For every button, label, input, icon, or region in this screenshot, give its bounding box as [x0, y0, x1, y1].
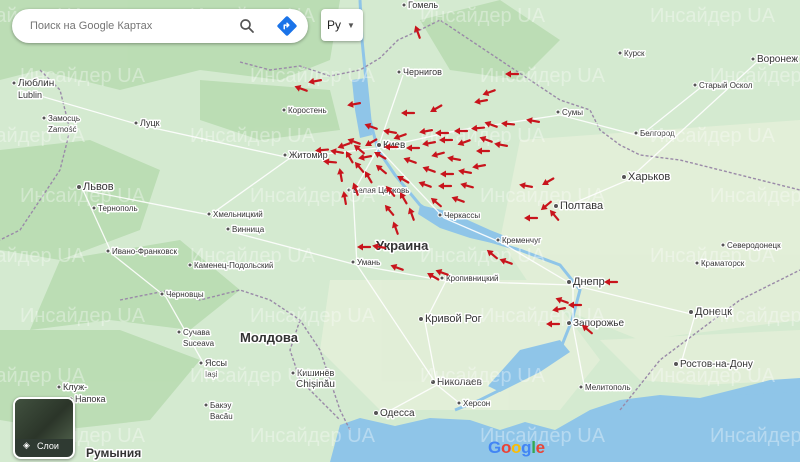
watermark-text: Инсайдер UA [190, 125, 316, 147]
watermark-text: Инсайдер UA [710, 305, 800, 327]
city-dot [159, 291, 165, 297]
city-label: Житомир [289, 150, 328, 160]
city-label: Напока [75, 394, 106, 404]
city-dot [281, 107, 287, 113]
city-dot [495, 237, 501, 243]
search-icon[interactable] [238, 17, 256, 35]
city-label: Ивано-Франковск [112, 247, 177, 256]
city-label: Кременчуг [502, 236, 541, 245]
city-label: Бакэу [210, 401, 231, 410]
city-label: Сучава [183, 328, 211, 337]
layers-label: Слои [37, 441, 59, 451]
city-dot [282, 152, 288, 158]
watermark-text: Инсайдер UA [0, 245, 86, 267]
watermark-text: Инсайдер UA [0, 125, 86, 147]
language-selected: Ру [327, 18, 342, 32]
city-label: Молдова [240, 330, 299, 345]
watermark-text: Инсайдер UA [190, 245, 316, 267]
city-label: Винница [232, 225, 265, 234]
city-label: Одесса [380, 408, 415, 419]
city-label: Днепр [573, 276, 605, 288]
city-dot [621, 174, 627, 180]
city-dot [401, 2, 407, 8]
watermark-text: Инсайдер UA [650, 125, 776, 147]
city-dot [555, 109, 561, 115]
watermark-text: Инсайдер UA [710, 425, 800, 447]
watermark-text: Инсайдер UA [20, 185, 146, 207]
city-label: Хмельницкий [213, 210, 263, 219]
watermark-text: Инсайдер UA [190, 365, 316, 387]
city-label: Кривой Рог [425, 313, 482, 325]
map-canvas[interactable]: ГомельЧерниговКурскВоронежСтарый ОсколЛю… [0, 0, 800, 462]
directions-icon[interactable] [276, 15, 298, 37]
google-logo: Google [488, 438, 545, 457]
city-dot [633, 130, 639, 136]
watermark-text: Инсайдер UA [420, 365, 546, 387]
city-label: Сумы [562, 108, 583, 117]
watermark-text: Инсайдер UA [20, 65, 146, 87]
city-dot [456, 400, 462, 406]
city-label: Коростень [288, 106, 327, 115]
city-label: Черкассы [444, 211, 480, 220]
city-label: Луцк [140, 118, 160, 128]
city-label: Харьков [628, 171, 670, 183]
city-label: Киев [383, 140, 405, 151]
city-dot [692, 82, 698, 88]
city-dot [133, 120, 139, 126]
city-dot [578, 384, 584, 390]
watermark-text: Инсайдер UA [420, 245, 546, 267]
watermark-text: Инсайдер UA [650, 5, 776, 27]
city-label: Румыния [86, 446, 141, 460]
city-dot [396, 69, 402, 75]
watermark-text: Инсайдер UA [250, 185, 376, 207]
city-dot [350, 259, 356, 265]
watermark-text: Инсайдер UA [480, 65, 606, 87]
city-label: Bacău [210, 412, 233, 421]
city-dot [566, 279, 572, 285]
language-select[interactable]: Ру ▼ [321, 9, 363, 41]
watermark-text: Инсайдер UA [480, 185, 606, 207]
layers-button[interactable]: ◈ Слои [13, 397, 75, 459]
city-dot [617, 50, 623, 56]
city-label: Умань [357, 258, 380, 267]
city-dot [373, 410, 379, 416]
city-dot [376, 142, 382, 148]
chevron-down-icon: ▼ [347, 20, 355, 30]
city-label: Кропивницкий [446, 274, 499, 283]
city-dot [688, 309, 694, 315]
city-label: Замосць [48, 114, 80, 123]
watermark-text: Инсайдер UA [650, 245, 776, 267]
city-dot [225, 226, 231, 232]
city-label: Чернигов [403, 67, 442, 77]
city-dot [437, 212, 443, 218]
city-dot [176, 329, 182, 335]
city-label: Херсон [463, 399, 490, 408]
city-dot [105, 248, 111, 254]
city-dot [750, 56, 756, 62]
watermark-text: Инсайдер UA [710, 65, 800, 87]
search-input[interactable] [28, 19, 232, 33]
city-dot [41, 115, 47, 121]
watermark-text: Инсайдер UA [650, 365, 776, 387]
city-dot [439, 275, 445, 281]
watermark-text: Инсайдер UA [420, 5, 546, 27]
search-box[interactable] [12, 9, 308, 43]
watermark-text: Инсайдер UA [250, 305, 376, 327]
city-dot [418, 316, 424, 322]
city-label: Черновцы [166, 290, 204, 299]
city-dot [206, 211, 212, 217]
city-label: Мелитополь [585, 383, 631, 392]
city-label: Lublin [18, 90, 42, 100]
city-dot [203, 402, 209, 408]
city-label: Воронеж [757, 54, 798, 65]
city-label: Курск [624, 49, 645, 58]
layers-thumbnail [15, 399, 73, 439]
watermark-text: Инсайдер UA [20, 305, 146, 327]
watermark-text: Инсайдер UA [710, 185, 800, 207]
city-label: Suceava [183, 339, 215, 348]
watermark-text: Инсайдер UA [0, 365, 86, 387]
watermark-text: Инсайдер UA [480, 305, 606, 327]
watermark-text: Инсайдер UA [250, 425, 376, 447]
city-dot [11, 80, 17, 86]
